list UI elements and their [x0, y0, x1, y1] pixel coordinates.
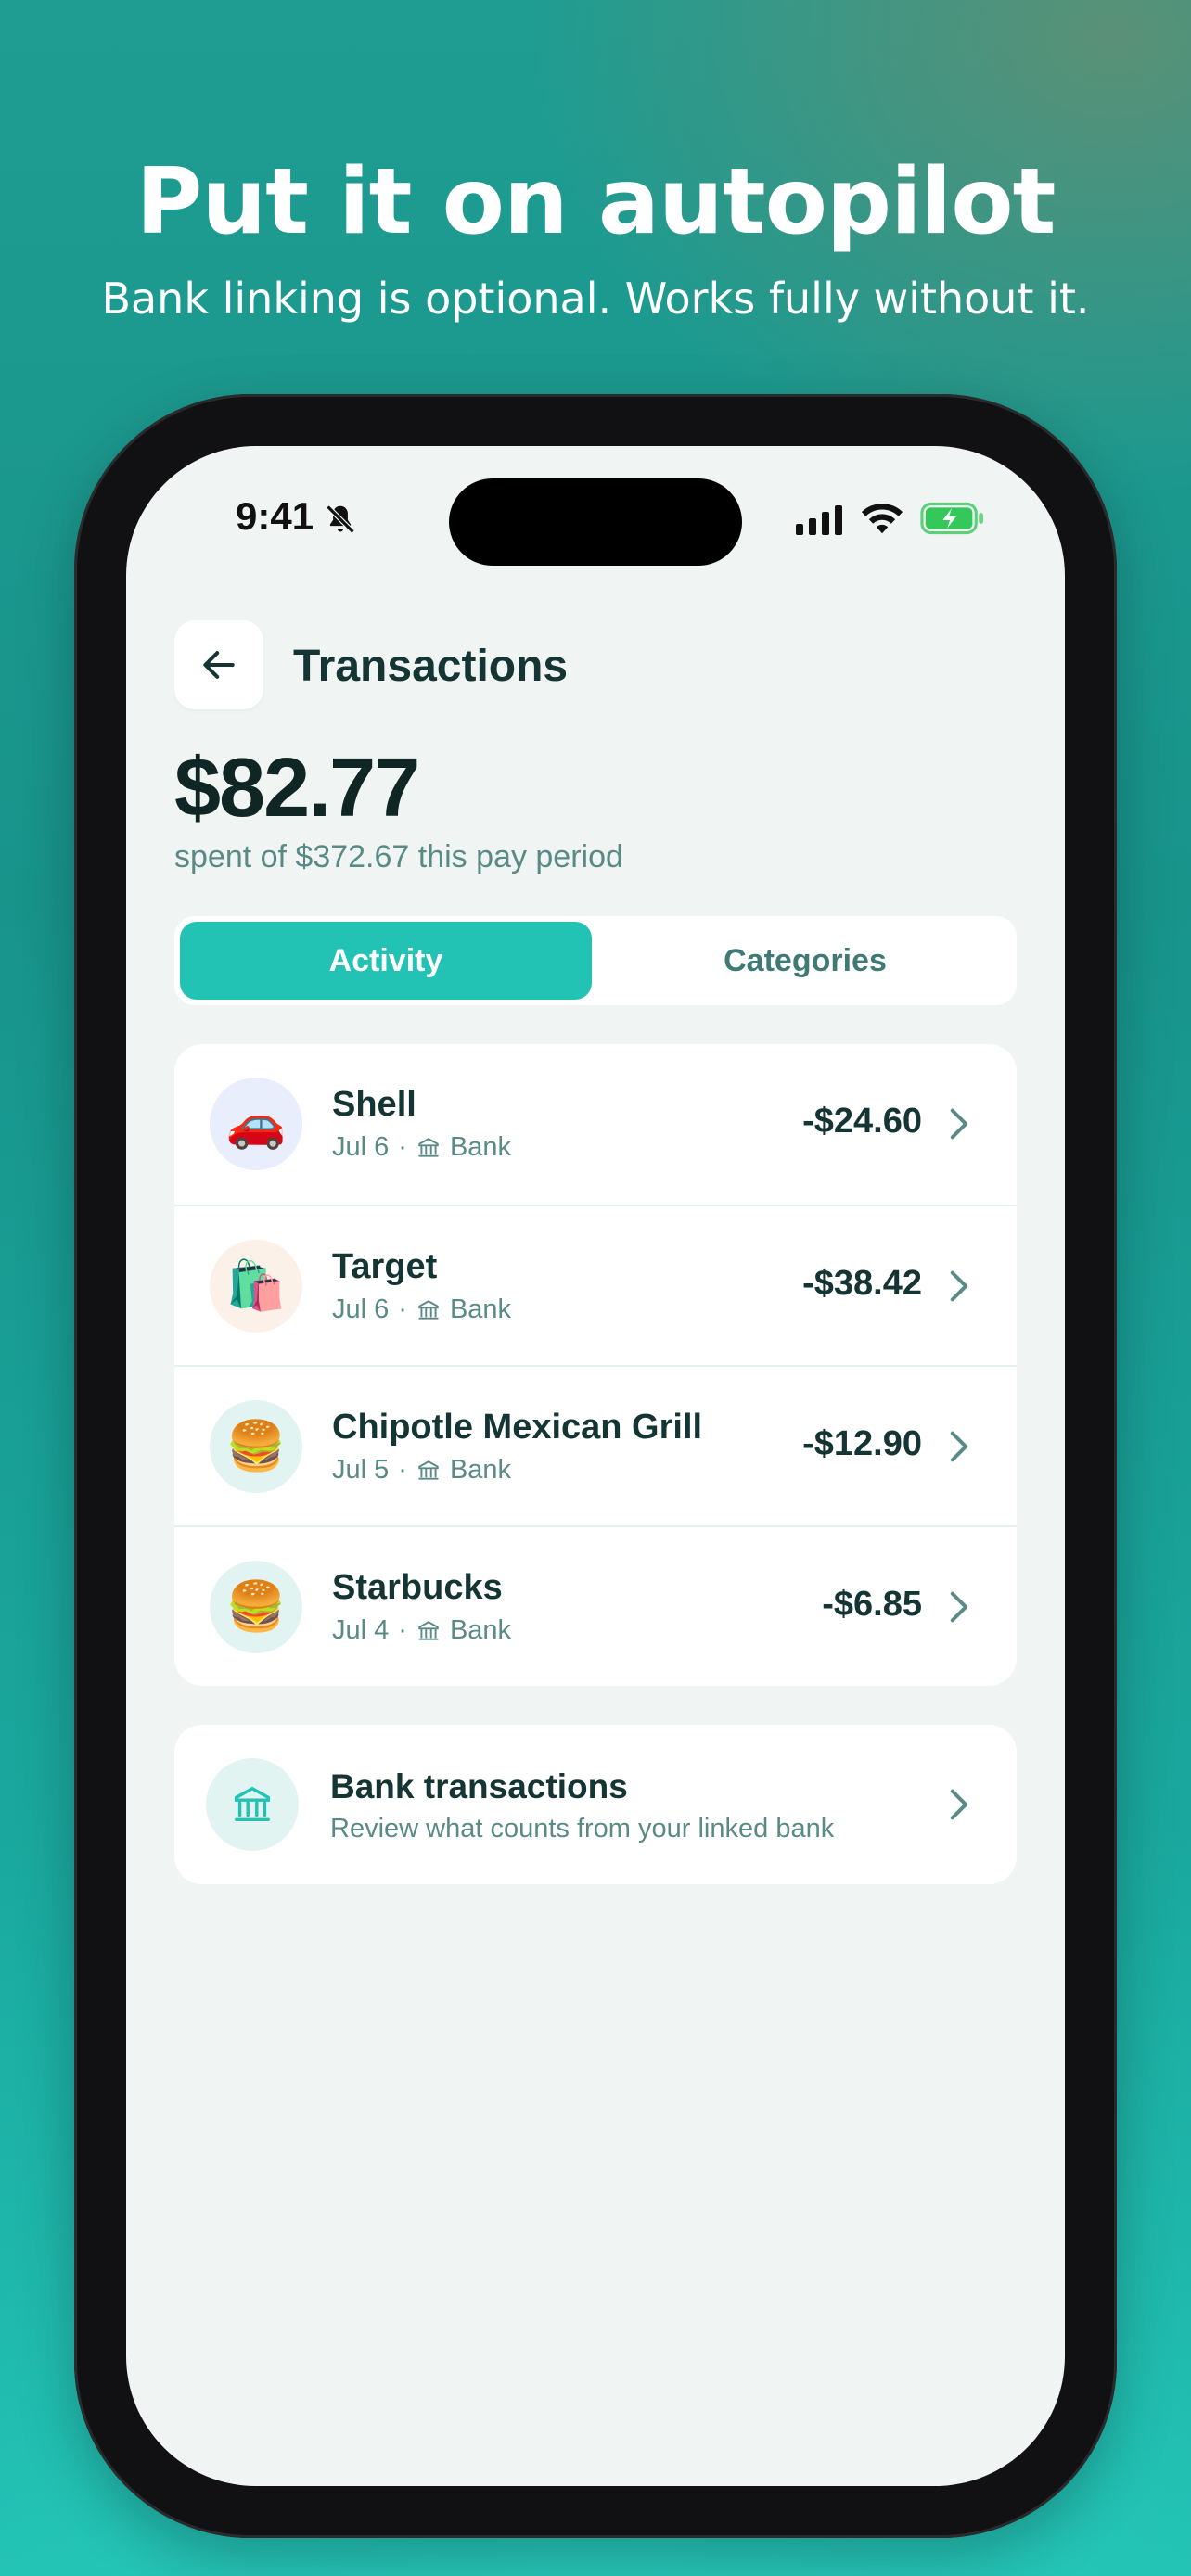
chevron-right-icon [950, 1108, 968, 1140]
back-button[interactable] [174, 620, 263, 709]
bell-slash-icon [326, 504, 355, 534]
transaction-amount: -$24.60 [802, 1102, 922, 1141]
transaction-name: Shell [332, 1085, 416, 1124]
chevron-right-icon [950, 1591, 968, 1623]
bank-icon [418, 1460, 439, 1480]
meta-separator: · [398, 1615, 407, 1645]
spent-caption: spent of $372.67 this pay period [174, 839, 623, 874]
bank-avatar [206, 1758, 299, 1851]
arrow-left-icon [203, 651, 235, 679]
transactions-list: 🚗 Shell Jul 6 · Bank -$24.60 🛍️ Target J… [174, 1044, 1017, 1686]
transaction-source: Bank [449, 1615, 512, 1645]
meta-separator: · [398, 1132, 407, 1162]
transaction-date: Jul 6 [332, 1132, 390, 1162]
page-title: Transactions [293, 642, 569, 691]
transaction-amount: -$6.85 [822, 1585, 922, 1624]
transaction-row[interactable]: 🍔 Chipotle Mexican Grill Jul 5 · Bank -$… [174, 1365, 1017, 1527]
transaction-name: Starbucks [332, 1568, 503, 1607]
status-time: 9:41 [236, 494, 314, 538]
bank-transactions-card[interactable]: Bank transactions Review what counts fro… [174, 1725, 1017, 1884]
chevron-right-icon [950, 1431, 968, 1462]
transaction-date: Jul 4 [332, 1615, 390, 1645]
transaction-meta: Jul 6 · Bank [332, 1132, 511, 1163]
transaction-source: Bank [449, 1455, 512, 1485]
transaction-date: Jul 5 [332, 1455, 390, 1485]
chevron-right-icon [950, 1789, 968, 1820]
transaction-meta: Jul 4 · Bank [332, 1615, 511, 1646]
transaction-row[interactable]: 🚗 Shell Jul 6 · Bank -$24.60 [174, 1044, 1017, 1205]
transaction-source: Bank [449, 1294, 512, 1324]
transaction-source: Bank [449, 1132, 512, 1162]
transaction-date: Jul 6 [332, 1294, 390, 1324]
bank-icon [418, 1299, 439, 1320]
bank-card-title: Bank transactions [330, 1767, 628, 1805]
transaction-meta: Jul 5 · Bank [332, 1455, 511, 1486]
dynamic-island [449, 478, 742, 566]
bank-icon [235, 1786, 270, 1822]
bank-icon [418, 1137, 439, 1157]
meta-separator: · [398, 1294, 407, 1324]
shopping-bags-emoji-icon: 🛍️ [210, 1240, 302, 1333]
transaction-row[interactable]: 🛍️ Target Jul 6 · Bank -$38.42 [174, 1205, 1017, 1367]
transaction-amount: -$12.90 [802, 1424, 922, 1463]
hero-subtitle: Bank linking is optional. Works fully wi… [101, 274, 1090, 324]
burger-emoji-icon: 🍔 [210, 1561, 302, 1653]
car-emoji-icon: 🚗 [210, 1078, 302, 1170]
phone-frame: 9:41 Transactions $82.77 spent of $372.6… [74, 394, 1117, 2538]
transaction-amount: -$38.42 [802, 1264, 922, 1303]
burger-emoji-icon: 🍔 [210, 1400, 302, 1493]
transaction-name: Target [332, 1247, 438, 1286]
bank-icon [418, 1620, 439, 1640]
tab-activity[interactable]: Activity [180, 922, 592, 1000]
chevron-right-icon [950, 1270, 968, 1302]
phone-screen: 9:41 Transactions $82.77 spent of $372.6… [126, 446, 1065, 2486]
spent-amount: $82.77 [174, 742, 420, 835]
transaction-name: Chipotle Mexican Grill [332, 1408, 703, 1447]
meta-separator: · [398, 1455, 407, 1485]
wifi-icon [861, 504, 903, 534]
bank-card-subtitle: Review what counts from your linked bank [330, 1814, 835, 1843]
battery-charging-icon [920, 502, 984, 535]
tab-categories[interactable]: Categories [599, 922, 1011, 1000]
segmented-control: Activity Categories [174, 916, 1017, 1005]
transaction-meta: Jul 6 · Bank [332, 1294, 511, 1325]
transaction-row[interactable]: 🍔 Starbucks Jul 4 · Bank -$6.85 [174, 1525, 1017, 1686]
signal-icon [796, 505, 842, 535]
hero-title: Put it on autopilot [135, 149, 1057, 255]
